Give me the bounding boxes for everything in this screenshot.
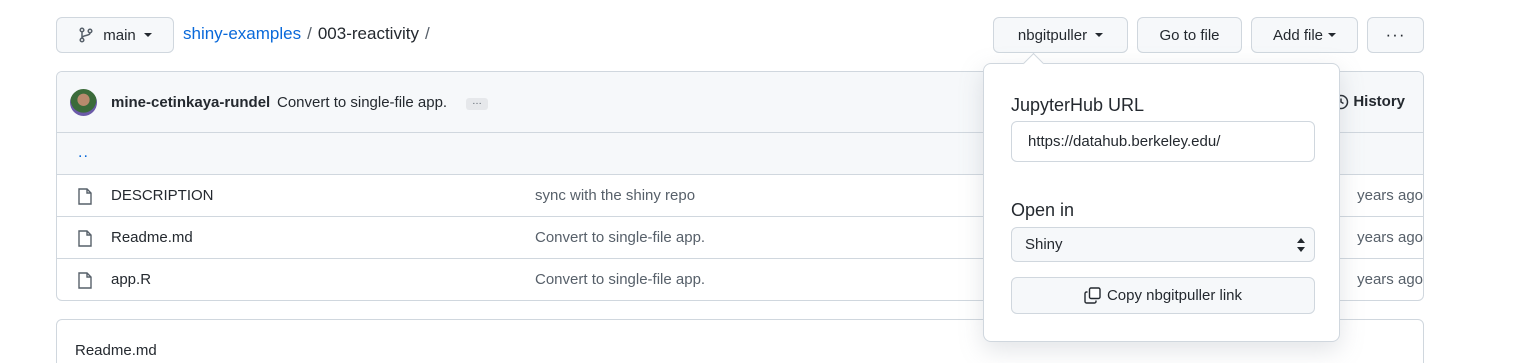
open-in-label: Open in — [1011, 200, 1075, 220]
breadcrumb-repo-link[interactable]: shiny-examples — [183, 24, 301, 44]
file-name-link[interactable]: app.R — [111, 271, 151, 288]
select-arrows-icon — [1297, 238, 1305, 252]
jupyterhub-url-label: JupyterHub URL — [1011, 95, 1145, 115]
breadcrumb-current-folder: 003-reactivity — [317, 24, 419, 43]
commit-author-link[interactable]: mine-cetinkaya-rundel — [111, 94, 270, 111]
open-in-select[interactable]: Shiny — [1011, 227, 1315, 262]
open-in-selected-value: Shiny — [1025, 236, 1063, 253]
add-file-label: Add file — [1272, 26, 1324, 44]
file-age: years ago — [1357, 187, 1423, 204]
expand-commit-button[interactable]: … — [466, 97, 488, 110]
branch-label: main — [103, 26, 136, 44]
file-name-link[interactable]: DESCRIPTION — [111, 187, 214, 204]
history-label: History — [1353, 93, 1405, 110]
kebab-icon: ··· — [1385, 25, 1406, 44]
copy-nbgitpuller-link-button[interactable]: Copy nbgitpuller link — [1011, 277, 1315, 314]
chevron-down-icon — [143, 33, 152, 37]
file-commit-message-link[interactable]: sync with the shiny repo — [535, 187, 695, 204]
file-commit-message-link[interactable]: Convert to single-file app. — [535, 271, 705, 288]
breadcrumb: shiny-examples / 003-reactivity / — [183, 24, 430, 44]
file-icon — [78, 188, 92, 205]
commit-message-link[interactable]: Convert to single-file app. — [277, 94, 447, 111]
copy-link-label: Copy nbgitpuller link — [1106, 287, 1243, 304]
go-to-file-button[interactable]: Go to file — [1137, 17, 1242, 53]
chevron-down-icon — [1328, 33, 1337, 37]
nbgitpuller-label: nbgitpuller — [1017, 26, 1088, 44]
file-icon — [78, 272, 92, 289]
file-age: years ago — [1357, 271, 1423, 288]
file-icon — [78, 230, 92, 247]
parent-directory-link[interactable]: .. — [78, 144, 89, 162]
chevron-down-icon — [1095, 33, 1104, 37]
nbgitpuller-button[interactable]: nbgitpuller — [993, 17, 1128, 53]
copy-icon — [1084, 287, 1101, 304]
file-commit-message-link[interactable]: Convert to single-file app. — [535, 229, 705, 246]
breadcrumb-separator: / — [424, 24, 430, 43]
file-age: years ago — [1357, 229, 1423, 246]
readme-title: Readme.md — [75, 342, 157, 359]
go-to-file-label: Go to file — [1159, 26, 1220, 44]
more-options-button[interactable]: ··· — [1367, 17, 1424, 53]
avatar[interactable] — [70, 89, 97, 116]
branch-select-button[interactable]: main — [56, 17, 174, 53]
nbgitpuller-popover: JupyterHub URL Open in Shiny Copy nbgitp… — [983, 63, 1340, 342]
history-link[interactable]: History — [1333, 93, 1405, 110]
git-branch-icon — [79, 27, 93, 43]
add-file-button[interactable]: Add file — [1251, 17, 1358, 53]
file-name-link[interactable]: Readme.md — [111, 229, 193, 246]
jupyterhub-url-input[interactable] — [1011, 121, 1315, 162]
breadcrumb-separator: / — [307, 24, 312, 43]
